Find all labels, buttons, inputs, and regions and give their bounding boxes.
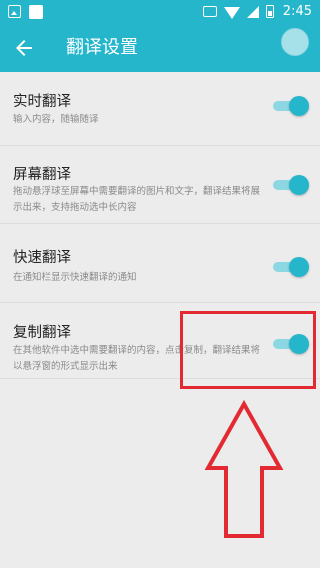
toggle-thumb bbox=[289, 96, 309, 116]
screen-translate-toggle[interactable] bbox=[273, 175, 309, 195]
wifi-icon bbox=[223, 6, 240, 19]
setting-item-quick-translate[interactable]: 快速翻译 在通知栏显示快速翻译的通知 bbox=[0, 224, 320, 303]
status-left-icons bbox=[8, 5, 43, 19]
gallery-notification-icon bbox=[8, 5, 21, 18]
app-bar: 翻译设置 bbox=[0, 24, 320, 72]
quick-translate-toggle[interactable] bbox=[273, 257, 309, 277]
toggle-thumb bbox=[289, 175, 309, 195]
annotation-highlight-box bbox=[180, 311, 316, 389]
page-title: 翻译设置 bbox=[66, 37, 138, 58]
cast-icon bbox=[202, 6, 217, 17]
setting-item-realtime-translate[interactable]: 实时翻译 输入内容，随输随译 bbox=[0, 72, 320, 146]
back-arrow-icon bbox=[16, 40, 32, 56]
setting-item-screen-translate[interactable]: 屏幕翻译 拖动悬浮球至屏幕中需要翻译的图片和文字，翻译结果将展示出来，支持拖动选… bbox=[0, 146, 320, 224]
setting-subtitle: 在通知栏显示快速翻译的通知 bbox=[13, 272, 137, 283]
toggle-thumb bbox=[289, 257, 309, 277]
setting-title: 屏幕翻译 bbox=[13, 167, 71, 183]
cell-signal-icon bbox=[246, 5, 259, 18]
status-right-icons: 2:45 bbox=[202, 4, 312, 19]
setting-title: 实时翻译 bbox=[13, 94, 71, 110]
setting-subtitle: 拖动悬浮球至屏幕中需要翻译的图片和文字，翻译结果将展示出来，支持拖动选中长内容 bbox=[13, 186, 261, 213]
status-time: 2:45 bbox=[282, 4, 312, 19]
setting-title: 快速翻译 bbox=[13, 250, 71, 266]
back-button[interactable] bbox=[12, 36, 36, 60]
app-notification-icon bbox=[29, 5, 43, 19]
setting-title: 复制翻译 bbox=[13, 325, 71, 341]
battery-icon bbox=[265, 5, 274, 18]
status-bar: 2:45 bbox=[0, 0, 320, 24]
setting-subtitle: 输入内容，随输随译 bbox=[13, 114, 99, 125]
floating-ball-avatar[interactable] bbox=[281, 28, 309, 56]
realtime-translate-toggle[interactable] bbox=[273, 96, 309, 116]
annotation-up-arrow-icon bbox=[204, 400, 284, 538]
